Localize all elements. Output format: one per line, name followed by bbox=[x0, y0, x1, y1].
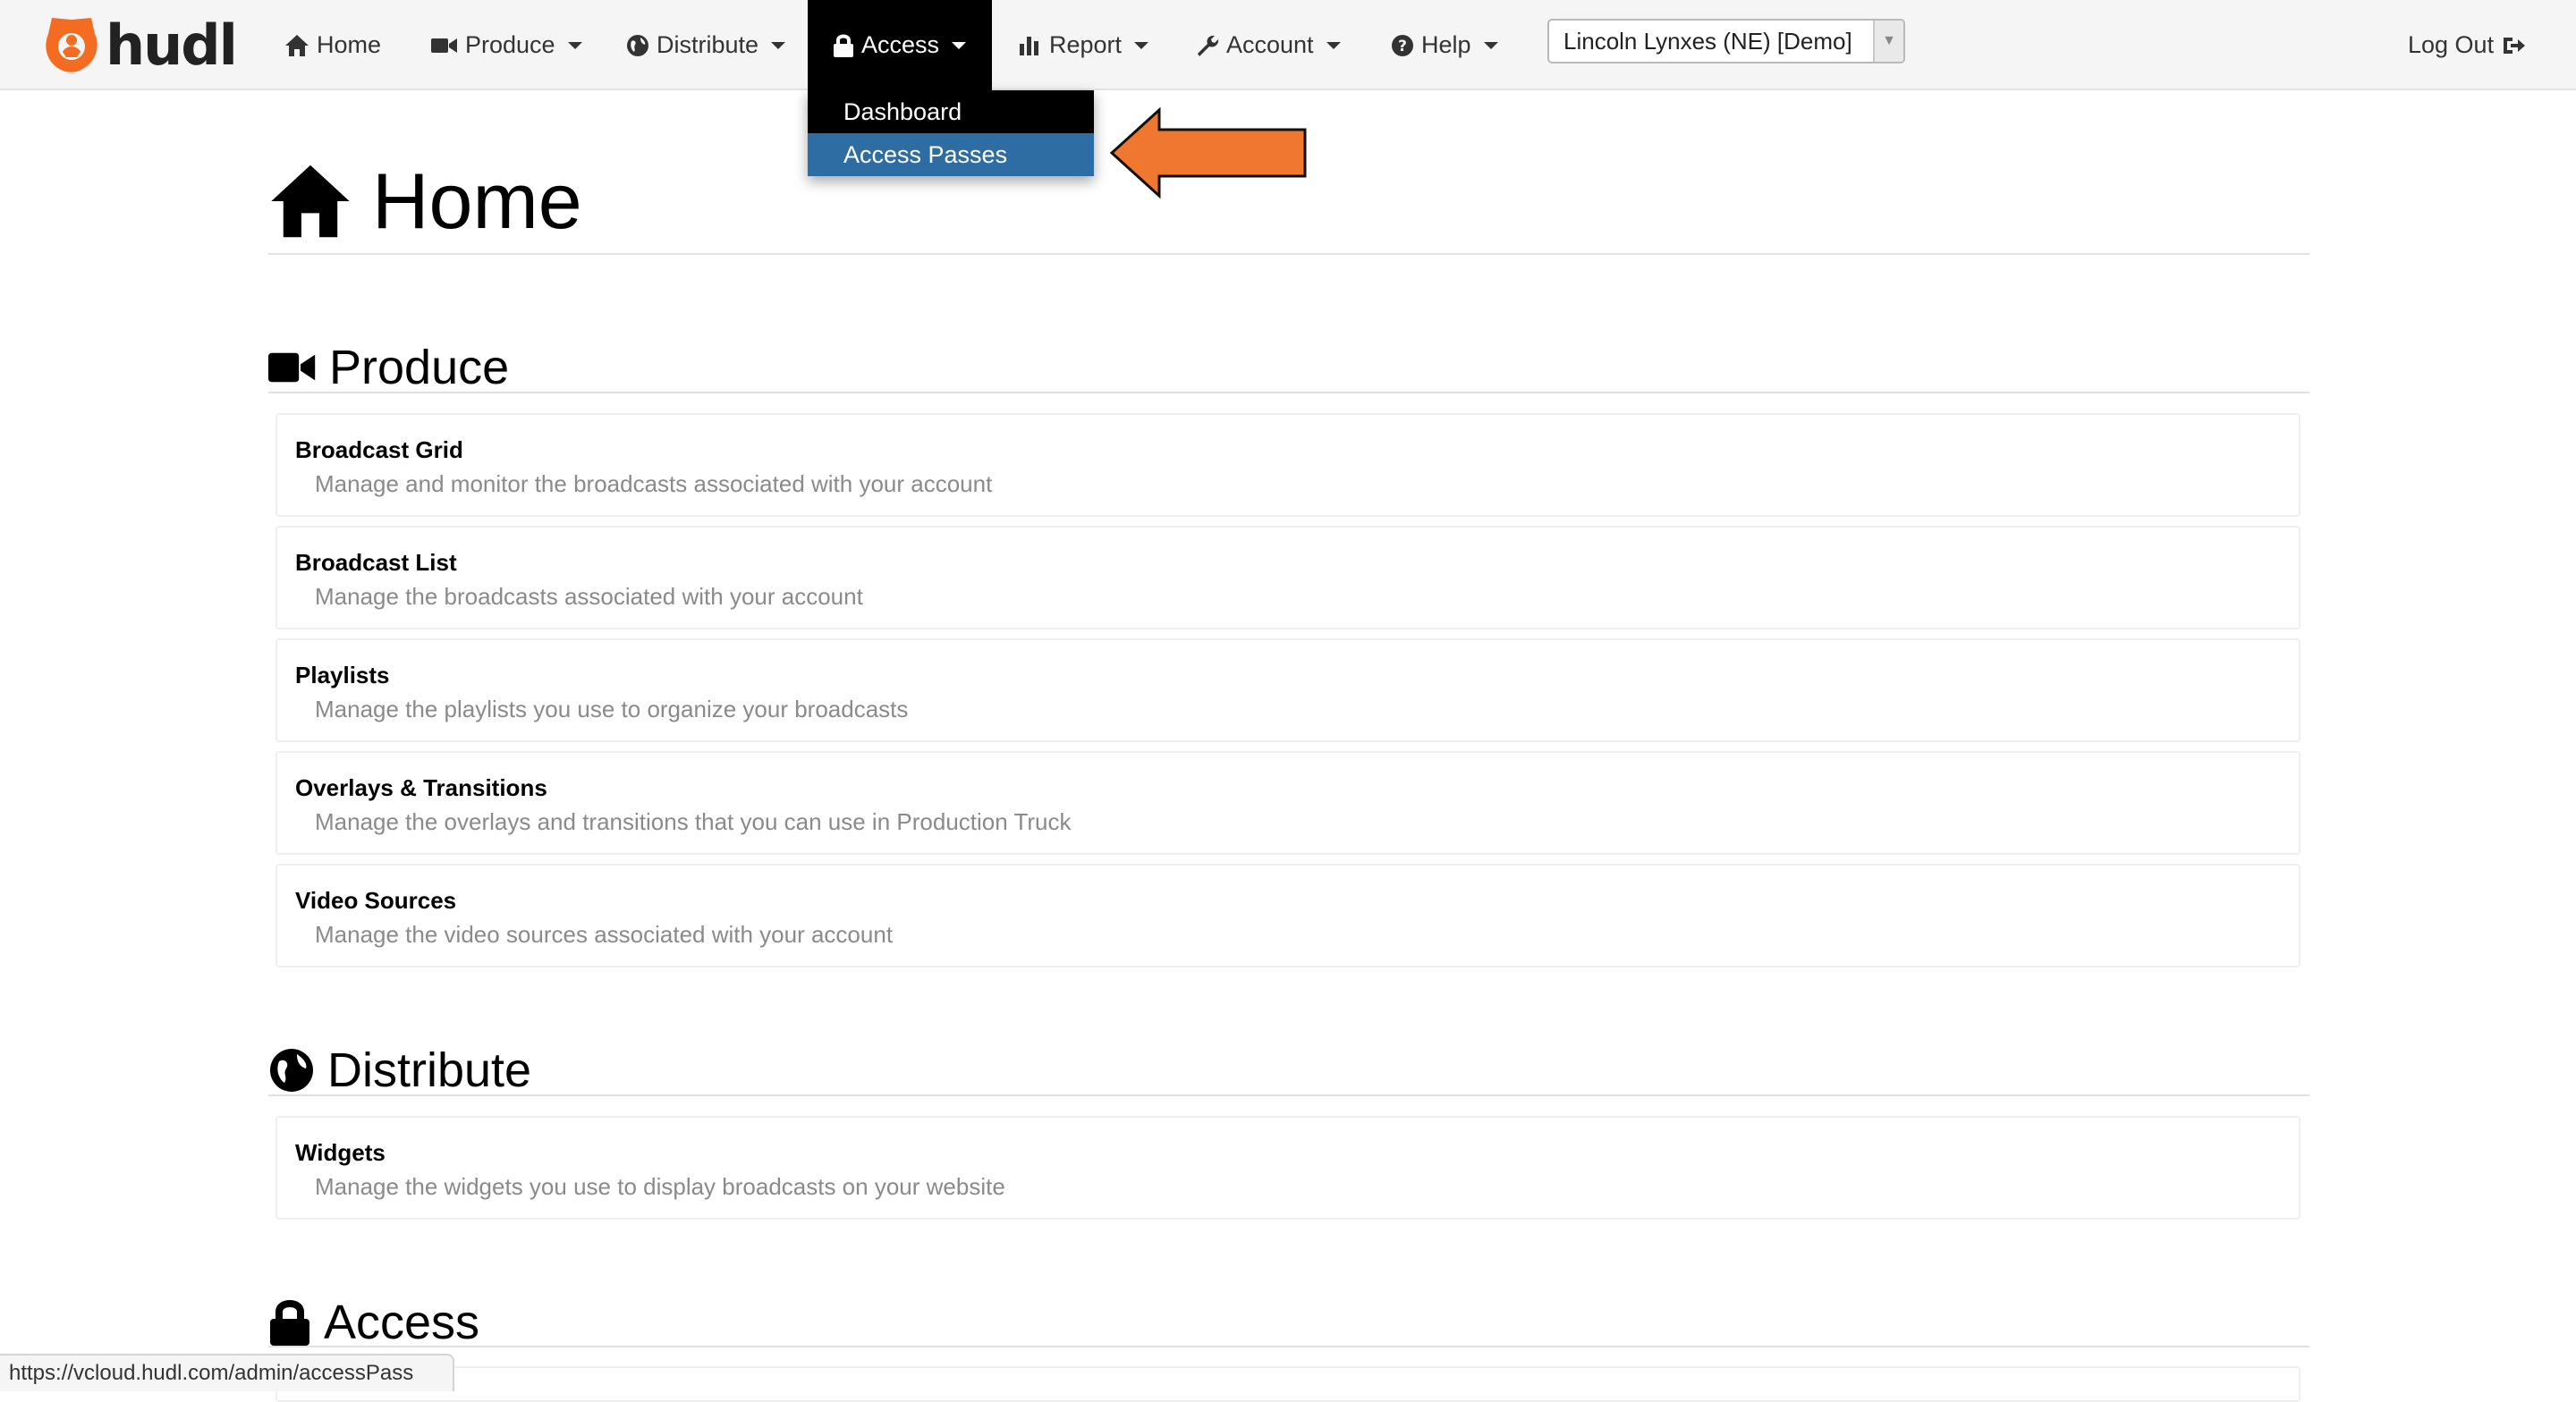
menu-item-access-passes[interactable]: Access Passes bbox=[808, 133, 1094, 176]
question-circle-icon: ? bbox=[1392, 34, 1413, 56]
lock-icon bbox=[270, 1300, 309, 1346]
menu-item-dashboard[interactable]: Dashboard bbox=[808, 90, 1094, 133]
card-title: Overlays & Transitions bbox=[295, 774, 547, 801]
card-title: Broadcast List bbox=[295, 549, 457, 576]
select-arrow-icon: ▼ bbox=[1873, 21, 1903, 62]
section-heading-produce: Produce bbox=[268, 336, 509, 399]
top-navbar: hudl Home Produce Distribute Access Repo… bbox=[0, 0, 2576, 90]
section-divider bbox=[268, 1346, 2309, 1347]
chevron-down-icon bbox=[1134, 41, 1149, 49]
video-camera-icon bbox=[431, 38, 457, 53]
section-divider bbox=[268, 392, 2309, 393]
card-description: Manage and monitor the broadcasts associ… bbox=[315, 470, 993, 497]
chevron-down-icon bbox=[567, 41, 582, 49]
nav-account[interactable]: Account bbox=[1196, 0, 1341, 90]
nav-home-label: Home bbox=[317, 31, 382, 58]
nav-account-label: Account bbox=[1226, 31, 1314, 58]
organization-select-value: Lincoln Lynxes (NE) [Demo] bbox=[1563, 27, 1852, 55]
card-title: Video Sources bbox=[295, 887, 457, 914]
chevron-down-icon bbox=[952, 41, 967, 49]
card-title: Playlists bbox=[295, 662, 390, 688]
home-icon bbox=[271, 165, 350, 238]
hudl-logo-mark-icon bbox=[46, 18, 97, 72]
nav-home[interactable]: Home bbox=[284, 0, 381, 90]
card-widgets[interactable]: Widgets Manage the widgets you use to di… bbox=[275, 1116, 2301, 1220]
nav-distribute-label: Distribute bbox=[657, 31, 759, 58]
globe-icon bbox=[627, 34, 648, 56]
chevron-down-icon bbox=[1483, 41, 1498, 49]
home-icon bbox=[285, 34, 309, 56]
logout-link[interactable]: Log Out bbox=[2408, 0, 2526, 90]
card-description: Manage the video sources associated with… bbox=[315, 921, 894, 948]
nav-help-label: Help bbox=[1421, 31, 1471, 58]
globe-icon bbox=[270, 1049, 313, 1092]
chevron-down-icon bbox=[771, 41, 786, 49]
nav-produce[interactable]: Produce bbox=[431, 0, 582, 90]
card-broadcast-list[interactable]: Broadcast List Manage the broadcasts ass… bbox=[275, 526, 2301, 629]
card-title: Broadcast Grid bbox=[295, 436, 463, 463]
title-divider bbox=[268, 253, 2309, 255]
chevron-down-icon bbox=[1326, 41, 1341, 49]
nav-access[interactable]: Access bbox=[808, 0, 992, 90]
section-title-produce: Produce bbox=[329, 341, 510, 394]
lock-icon bbox=[834, 34, 853, 57]
wrench-icon bbox=[1198, 35, 1219, 56]
nav-help[interactable]: ? Help bbox=[1391, 0, 1498, 90]
nav-produce-label: Produce bbox=[465, 31, 555, 58]
annotation-arrow-icon bbox=[1109, 107, 1307, 198]
card-overlays-transitions[interactable]: Overlays & Transitions Manage the overla… bbox=[275, 751, 2301, 855]
card-broadcast-grid[interactable]: Broadcast Grid Manage and monitor the br… bbox=[275, 413, 2301, 517]
section-heading-distribute: Distribute bbox=[268, 1039, 531, 1102]
card-access-partial[interactable] bbox=[275, 1366, 2301, 1402]
card-description: Manage the widgets you use to display br… bbox=[315, 1173, 1005, 1200]
section-title-access: Access bbox=[324, 1296, 480, 1349]
card-description: Manage the overlays and transitions that… bbox=[315, 808, 1072, 835]
nav-access-label: Access bbox=[861, 31, 940, 58]
nav-distribute[interactable]: Distribute bbox=[626, 0, 786, 90]
card-video-sources[interactable]: Video Sources Manage the video sources a… bbox=[275, 864, 2301, 967]
logout-icon bbox=[2504, 37, 2526, 54]
logout-label: Log Out bbox=[2408, 31, 2495, 58]
section-divider bbox=[268, 1094, 2309, 1096]
nav-report[interactable]: Report bbox=[1019, 0, 1149, 90]
organization-select[interactable]: Lincoln Lynxes (NE) [Demo] ▼ bbox=[1547, 19, 1905, 63]
card-description: Manage the playlists you use to organize… bbox=[315, 696, 909, 722]
card-description: Manage the broadcasts associated with yo… bbox=[315, 583, 863, 610]
video-camera-icon bbox=[268, 352, 316, 383]
nav-report-label: Report bbox=[1049, 31, 1123, 58]
logo-text: hudl bbox=[106, 13, 238, 78]
page-title-text: Home bbox=[372, 156, 582, 245]
svg-text:?: ? bbox=[1398, 38, 1407, 55]
browser-status-url: https://vcloud.hudl.com/admin/accessPass bbox=[0, 1354, 454, 1391]
hudl-logo[interactable]: hudl bbox=[41, 13, 238, 78]
section-heading-access: Access bbox=[268, 1291, 479, 1354]
access-dropdown-menu: Dashboard Access Passes bbox=[808, 90, 1094, 176]
card-playlists[interactable]: Playlists Manage the playlists you use t… bbox=[275, 638, 2301, 742]
bar-chart-icon bbox=[1020, 36, 1038, 55]
card-title: Widgets bbox=[295, 1139, 386, 1166]
page-title: Home bbox=[268, 152, 582, 250]
section-title-distribute: Distribute bbox=[327, 1043, 532, 1097]
